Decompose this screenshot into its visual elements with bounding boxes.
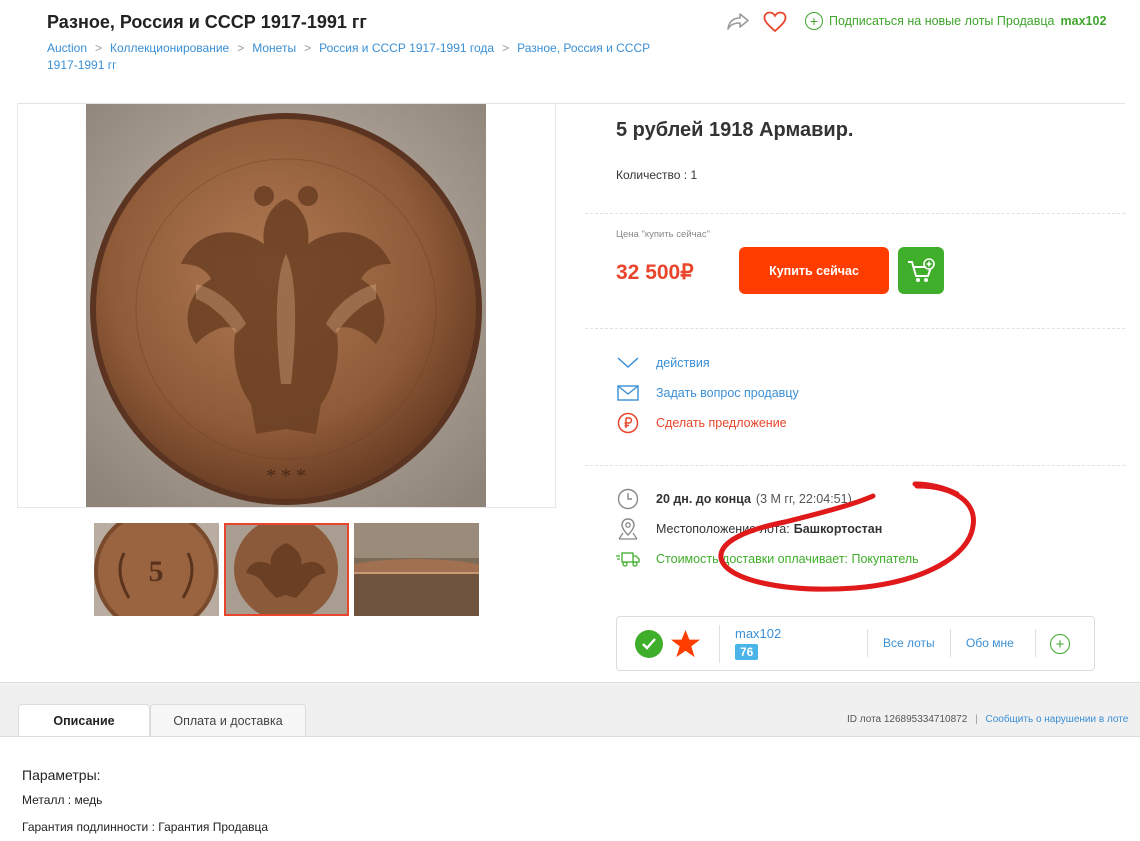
heart-icon[interactable] — [763, 11, 787, 33]
location-value: Башкортостан — [793, 522, 883, 536]
thumbnail[interactable]: 5 — [94, 523, 219, 616]
subscribe-plus-icon[interactable]: + — [1050, 634, 1070, 654]
make-offer-link[interactable]: Сделать предложение — [616, 412, 787, 434]
tab-payment-delivery[interactable]: Оплата и доставка — [150, 704, 306, 737]
svg-text:* * *: * * * — [266, 465, 306, 487]
location-label: Местоположение лота: — [656, 522, 790, 536]
main-coin-photo[interactable]: * * * — [86, 104, 486, 507]
breadcrumb-item[interactable]: Монеты — [252, 41, 296, 55]
breadcrumb-item[interactable]: Разное, Россия и СССР — [517, 41, 650, 55]
thumbnail[interactable] — [354, 523, 479, 616]
time-left-row: 20 дн. до конца (3 М гг, 22:04:51) — [616, 487, 852, 511]
chevron-down-icon — [616, 352, 640, 374]
lot-id-bar: ID лота 126895334710872 | Сообщить о нар… — [847, 714, 1129, 725]
subscribe-seller-button[interactable]: + Подписаться на новые лоты Продавца max… — [805, 12, 1106, 30]
subscribe-seller-name: max102 — [1060, 14, 1107, 28]
ask-seller-label: Задать вопрос продавцу — [656, 386, 799, 400]
report-violation-link[interactable]: Сообщить о нарушении в лоте — [985, 714, 1128, 725]
tab-description[interactable]: Описание — [18, 704, 150, 737]
lot-id: ID лота 126895334710872 — [847, 714, 968, 725]
seller-rating-badge[interactable]: 76 — [735, 644, 759, 660]
buy-now-button[interactable]: Купить сейчас — [739, 247, 889, 294]
all-lots-link[interactable]: Все лоты — [883, 636, 935, 650]
param-metal: Металл : медь — [22, 793, 103, 807]
delivery-truck-icon — [616, 547, 640, 571]
about-seller-link[interactable]: Обо мне — [966, 636, 1014, 650]
location-row: Местоположение лота: Башкортостан — [616, 517, 882, 541]
seller-name-link[interactable]: max102 — [735, 626, 781, 641]
envelope-icon — [616, 382, 640, 404]
shipping-text: Стоимость доставки оплачивает: Покупател… — [656, 552, 919, 566]
breadcrumb-item[interactable]: Россия и СССР 1917-1991 года — [319, 41, 494, 55]
time-left-bold: 20 дн. до конца — [656, 492, 751, 506]
map-pin-icon — [616, 517, 640, 541]
thumbnail-active[interactable] — [224, 523, 349, 616]
lot-card: Разное, Россия и СССР 1917-1991 гг Aucti… — [0, 0, 1140, 683]
svg-text:5: 5 — [149, 555, 164, 588]
actions-dropdown[interactable]: действия — [616, 352, 710, 374]
star-icon — [670, 628, 701, 664]
subscribe-label: Подписаться на новые лоты Продавца — [829, 14, 1055, 28]
breadcrumb-item-tail[interactable]: 1917-1991 гг — [47, 58, 116, 72]
coin-reverse-eagle-image: * * * — [86, 104, 486, 507]
share-icon[interactable] — [726, 11, 750, 31]
clock-icon — [616, 487, 640, 511]
lot-title: 5 рублей 1918 Армавир. — [616, 119, 854, 141]
seller-card: max102 76 Все лоты Обо мне + — [616, 616, 1095, 671]
page-title: Разное, Россия и СССР 1917-1991 гг — [47, 12, 367, 32]
make-offer-label: Сделать предложение — [656, 416, 787, 430]
coin-edge-image — [354, 523, 479, 616]
price-value: 32 500₽ — [616, 261, 694, 284]
breadcrumb-item[interactable]: Auction — [47, 41, 87, 55]
breadcrumb: Auction > Коллекционирование > Монеты > Россия… — [47, 41, 651, 72]
param-guarantee: Гарантия подлинности : Гарантия Продавца — [22, 820, 269, 834]
breadcrumb-item[interactable]: Коллекционирование — [110, 41, 229, 55]
cart-plus-icon — [908, 257, 935, 282]
params-title: Параметры: — [22, 767, 101, 783]
price-label: Цена "купить сейчас" — [616, 229, 710, 240]
ask-seller-link[interactable]: Задать вопрос продавцу — [616, 382, 799, 404]
coin-obverse-5-rubles-image: 5 — [94, 523, 219, 616]
shipping-row: Стоимость доставки оплачивает: Покупател… — [616, 547, 919, 571]
add-to-cart-button[interactable] — [898, 247, 944, 294]
verified-check-icon — [635, 630, 663, 658]
ruble-circle-icon — [616, 412, 640, 434]
actions-label: действия — [656, 356, 710, 370]
lot-quantity: Количество : 1 — [616, 168, 698, 182]
plus-circle-icon: + — [805, 12, 823, 30]
coin-reverse-eagle-image — [224, 523, 349, 616]
time-left-detail: (3 М гг, 22:04:51) — [755, 492, 852, 506]
